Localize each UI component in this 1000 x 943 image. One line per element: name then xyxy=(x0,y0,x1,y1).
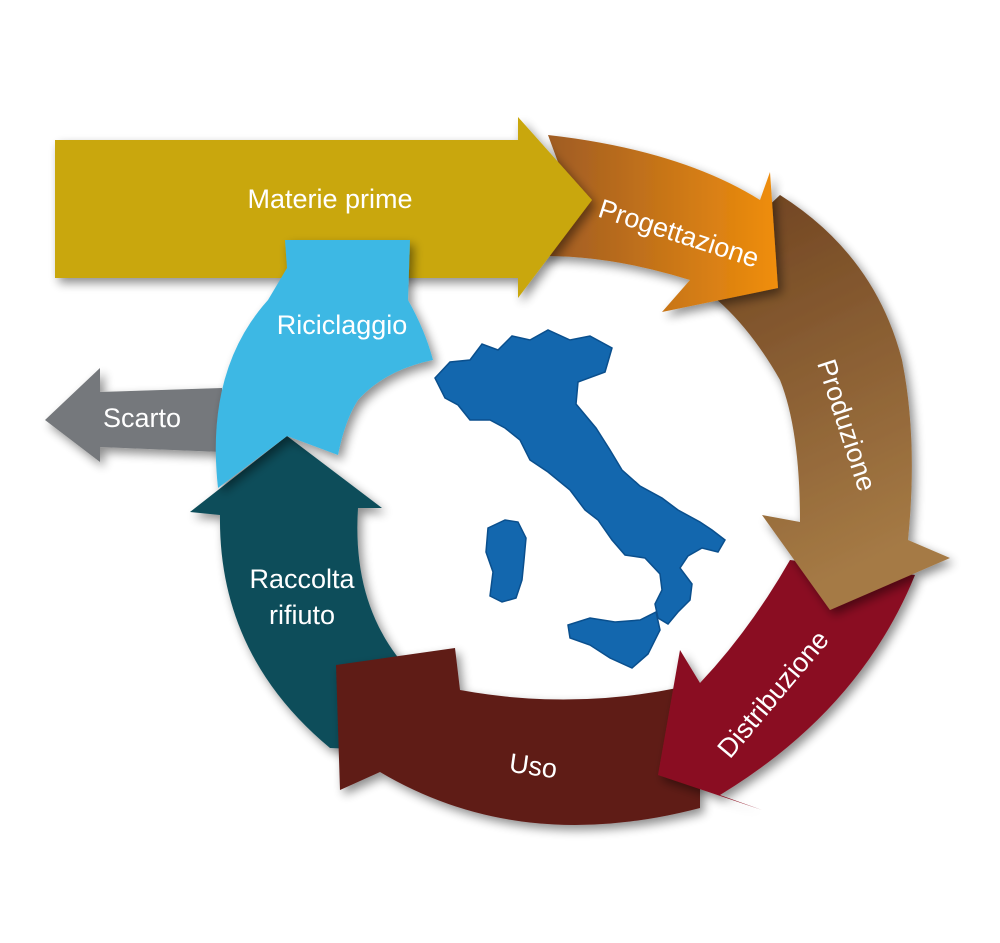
label-raw-materials: Materie prime xyxy=(247,184,412,214)
recycling-cycle-diagram: Materie prime Progettazione Produzione D… xyxy=(0,0,1000,938)
label-discard: Scarto xyxy=(103,403,181,433)
sicily xyxy=(567,610,661,669)
label-waste-collection-2: rifiuto xyxy=(269,600,335,630)
label-waste-collection-1: Raccolta xyxy=(249,564,355,594)
italy-map xyxy=(434,329,726,669)
cycle-svg: Materie prime Progettazione Produzione D… xyxy=(45,117,950,825)
sardinia xyxy=(485,519,527,603)
label-recycling: Riciclaggio xyxy=(277,310,408,340)
use-arrow xyxy=(336,648,700,825)
italy-mainland xyxy=(434,329,726,625)
